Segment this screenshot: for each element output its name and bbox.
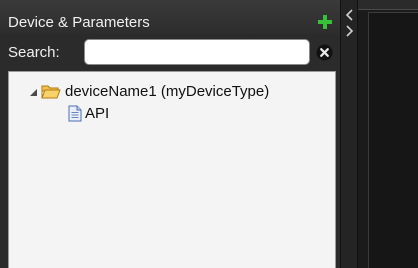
panel-splitter[interactable] bbox=[340, 0, 358, 268]
tree-item-api[interactable]: API bbox=[85, 104, 145, 124]
plus-icon[interactable] bbox=[318, 15, 332, 29]
open-folder-icon bbox=[41, 85, 61, 99]
double-chevron-icon[interactable] bbox=[345, 8, 354, 38]
right-pane-header bbox=[358, 0, 418, 10]
tree-item-device[interactable]: deviceName1 (myDeviceType) bbox=[65, 82, 325, 102]
device-parameters-panel: Device & Parameters Search: deviceName1 … bbox=[0, 0, 340, 268]
expanded-triangle-icon[interactable] bbox=[29, 88, 38, 97]
search-input[interactable] bbox=[84, 39, 310, 65]
clear-search-icon[interactable] bbox=[316, 44, 333, 61]
document-icon bbox=[68, 105, 82, 122]
search-label: Search: bbox=[8, 44, 60, 61]
right-pane bbox=[358, 0, 418, 268]
panel-header: Device & Parameters bbox=[0, 0, 340, 34]
device-label: deviceName1 (myDeviceType) bbox=[65, 83, 270, 100]
device-tree[interactable]: deviceName1 (myDeviceType) API bbox=[8, 71, 336, 268]
search-row: Search: bbox=[0, 37, 340, 67]
right-pane-content bbox=[368, 12, 418, 268]
api-label: API bbox=[85, 105, 110, 122]
panel-title: Device & Parameters bbox=[8, 14, 150, 31]
